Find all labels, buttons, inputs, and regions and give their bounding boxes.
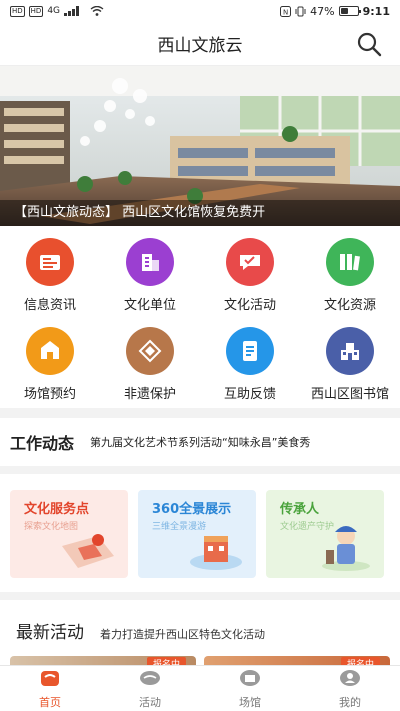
tab-venue[interactable]: 场馆	[200, 666, 300, 711]
activity-tab-icon	[138, 668, 162, 692]
feature-card[interactable]: 文化服务点 探索文化地图	[10, 490, 128, 578]
latest-subtitle: 着力打造提升西山区特色文化活动	[100, 628, 265, 641]
building-icon	[126, 238, 174, 286]
news-text[interactable]: 第九届文化艺术节系列活动“知味永昌”美食秀	[90, 434, 310, 450]
vibrate-icon	[295, 6, 306, 16]
signal-label: 4G	[47, 6, 61, 16]
venue-icon	[238, 668, 262, 692]
news-ticker[interactable]: 工作动态 第九届文化艺术节系列活动“知味永昌”美食秀	[0, 418, 400, 466]
app-bar: 西山文旅云	[0, 22, 400, 66]
tab-profile[interactable]: 我的	[300, 666, 400, 711]
tab-label: 我的	[339, 695, 361, 709]
news-icon	[26, 238, 74, 286]
grid-item-label: 文化资源	[323, 298, 376, 313]
tab-activity-tab[interactable]: 活动	[100, 666, 200, 711]
hd-badge: HD	[28, 5, 44, 17]
clock: 9:11	[362, 4, 390, 18]
grid-item[interactable]: 文化资源	[300, 238, 400, 313]
grid-item[interactable]: 文化活动	[200, 238, 300, 313]
profile-icon	[338, 668, 362, 692]
wifi-icon	[90, 6, 104, 16]
tab-label: 场馆	[239, 695, 261, 709]
card-title: 传承人	[280, 502, 320, 517]
grid-item-label: 文化活动	[223, 298, 276, 313]
banner-carousel[interactable]: 【西山文旅动态】 西山区文化馆恢复免费开	[0, 66, 400, 226]
feature-card[interactable]: 传承人 文化遗产守护	[266, 490, 384, 578]
latest-title: 最新活动	[16, 623, 84, 643]
library-icon	[326, 327, 374, 375]
activity-icon	[226, 238, 274, 286]
grid-item-label: 非遗保护	[123, 387, 176, 402]
feedback-icon	[226, 327, 274, 375]
card-title: 文化服务点	[24, 502, 90, 517]
signal-icon	[64, 6, 80, 16]
search-icon[interactable]	[356, 31, 382, 57]
grid-item-label: 西山区图书馆	[310, 387, 389, 402]
venue-booking-icon	[26, 327, 74, 375]
feature-cards: 文化服务点 探索文化地图 360全景展示 三维全景漫游 传承人 文化遗产守护	[0, 474, 400, 592]
hd-badge: HD	[10, 5, 25, 17]
status-left: HD HD 4G	[10, 5, 104, 17]
home-icon	[38, 668, 62, 692]
tab-bar: 首页 活动 场馆 我的	[0, 665, 400, 711]
grid-item-label: 场馆预约	[23, 387, 76, 402]
grid-item[interactable]: 信息资讯	[0, 238, 100, 313]
svg-text:N: N	[283, 8, 288, 16]
feature-card[interactable]: 360全景展示 三维全景漫游	[138, 490, 256, 578]
grid-item-label: 互助反馈	[223, 387, 276, 402]
status-right: N 47% 9:11	[280, 5, 390, 18]
status-bar: HD HD 4G N 47% 9:11	[0, 0, 400, 22]
battery-percent: 47%	[310, 4, 335, 18]
app-title: 西山文旅云	[157, 36, 243, 56]
grid-item[interactable]: 非遗保护	[100, 327, 200, 402]
nfc-icon: N	[280, 5, 292, 17]
card-title: 360全景展示	[152, 502, 232, 517]
grid-item[interactable]: 西山区图书馆	[300, 327, 400, 402]
banner-caption: 【西山文旅动态】 西山区文化馆恢复免费开	[0, 200, 400, 226]
tab-label: 活动	[139, 695, 161, 709]
news-heading: 工作动态	[10, 434, 75, 453]
grid-item[interactable]: 场馆预约	[0, 327, 100, 402]
grid-item[interactable]: 文化单位	[100, 238, 200, 313]
battery-icon	[338, 6, 361, 16]
feature-grid: 信息资讯 文化单位 文化活动 文化资源场馆预约 非遗保护 互助反馈 西山区图书馆	[0, 226, 400, 408]
grid-item[interactable]: 互助反馈	[200, 327, 300, 402]
grid-item-label: 信息资讯	[23, 298, 76, 313]
resource-icon	[326, 238, 374, 286]
tab-label: 首页	[39, 695, 61, 709]
grid-item-label: 文化单位	[123, 298, 176, 313]
tab-home[interactable]: 首页	[0, 666, 100, 711]
latest-section: 最新活动 着力打造提升西山区特色文化活动 报名中 报名中	[0, 600, 400, 670]
heritage-icon	[126, 327, 174, 375]
